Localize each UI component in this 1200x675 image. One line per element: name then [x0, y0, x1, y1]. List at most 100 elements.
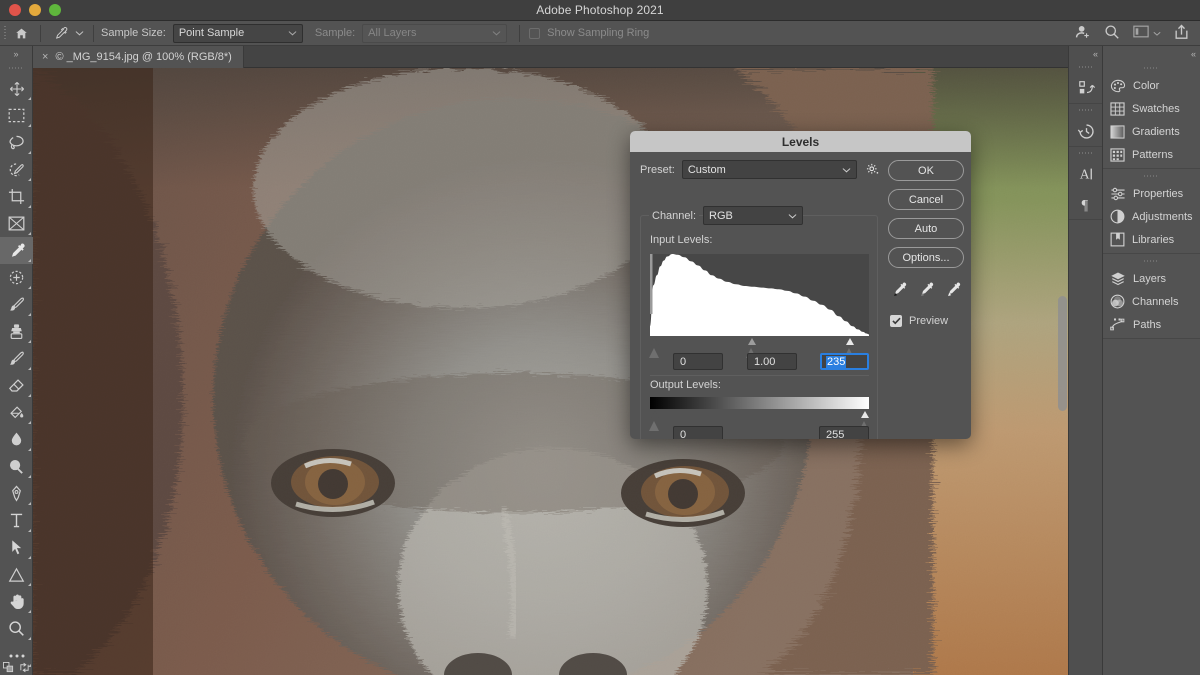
output-white-field[interactable]: 255	[819, 426, 869, 439]
character-icon[interactable]: A	[1069, 159, 1104, 189]
move-tool[interactable]	[0, 75, 33, 102]
preview-row[interactable]: Preview	[888, 315, 964, 327]
workspace-layout-icon[interactable]	[1133, 25, 1149, 41]
panel-item-libraries[interactable]: Libraries	[1103, 228, 1200, 251]
tool-options-corner	[28, 502, 31, 505]
home-icon[interactable]	[9, 22, 33, 44]
paragraph-icon[interactable]: ¶	[1069, 189, 1104, 219]
tool-options-corner	[28, 97, 31, 100]
collapse-panel-button[interactable]: «	[1103, 46, 1200, 61]
output-levels-label: Output Levels:	[650, 379, 721, 391]
panel-item-color[interactable]: Color	[1103, 74, 1200, 97]
share-icon[interactable]	[1174, 24, 1189, 43]
output-black-point-handle[interactable]	[649, 409, 660, 431]
sample-select[interactable]: All Layers	[362, 23, 508, 43]
show-sampling-ring-checkbox[interactable]	[529, 27, 541, 39]
panel-item-layers[interactable]: Layers	[1103, 267, 1200, 290]
output-black-field[interactable]: 0	[673, 426, 723, 439]
gradient-tool[interactable]	[0, 399, 33, 426]
rail-grip-2[interactable]	[1069, 104, 1102, 116]
eyedropper-tool[interactable]	[0, 237, 33, 264]
toolbar-grip[interactable]	[0, 61, 32, 75]
tool-options-corner	[28, 556, 31, 559]
set-white-point-eyedropper-icon[interactable]	[945, 281, 962, 301]
input-white-point-handle[interactable]	[844, 336, 855, 358]
input-black-point-handle[interactable]	[649, 336, 660, 358]
panel-item-patterns[interactable]: Patterns	[1103, 143, 1200, 166]
sample-size-select[interactable]: Point Sample	[172, 23, 303, 43]
chevron-down-icon[interactable]	[72, 22, 86, 44]
input-black-field[interactable]: 0	[673, 353, 723, 370]
histogram-plot	[650, 254, 869, 336]
svg-text:A: A	[1079, 167, 1089, 182]
zoom-tool[interactable]	[0, 615, 33, 642]
preset-select[interactable]: Custom	[681, 160, 857, 179]
input-gamma-handle[interactable]	[746, 336, 757, 358]
cancel-button[interactable]: Cancel	[888, 189, 964, 210]
crop-tool[interactable]	[0, 183, 33, 210]
set-gray-point-eyedropper-icon[interactable]	[918, 281, 935, 301]
search-icon[interactable]	[1104, 24, 1120, 43]
spot-healing-tool[interactable]	[0, 264, 33, 291]
tool-options-corner	[28, 610, 31, 613]
panel-group-grip-1[interactable]	[1103, 61, 1200, 74]
layers-stack-icon	[1111, 272, 1125, 286]
swap-colors-icon[interactable]	[19, 662, 30, 675]
channel-select[interactable]: RGB	[703, 206, 803, 225]
hand-tool[interactable]	[0, 588, 33, 615]
panel-item-gradients[interactable]: Gradients	[1103, 120, 1200, 143]
type-tool[interactable]	[0, 507, 33, 534]
default-colors-icon[interactable]	[2, 662, 14, 675]
panel-item-adjustments[interactable]: Adjustments	[1103, 205, 1200, 228]
actions-icon[interactable]	[1069, 73, 1104, 103]
input-levels-slider[interactable]	[649, 336, 869, 358]
gear-icon[interactable]	[864, 163, 882, 176]
lasso-tool[interactable]	[0, 129, 33, 156]
marquee-tool[interactable]	[0, 102, 33, 129]
preview-checkbox[interactable]	[890, 315, 902, 327]
options-bar-grip[interactable]	[0, 24, 9, 42]
history-icon[interactable]	[1069, 116, 1104, 146]
patterns-icon	[1110, 147, 1125, 162]
blur-tool[interactable]	[0, 426, 33, 453]
collapse-rail-button[interactable]: «	[1069, 46, 1102, 61]
frame-tool[interactable]	[0, 210, 33, 237]
shape-tool[interactable]	[0, 561, 33, 588]
panel-group-grip-2[interactable]	[1103, 169, 1200, 182]
input-white-field[interactable]: 235	[820, 353, 869, 370]
panel-item-swatches[interactable]: Swatches	[1103, 97, 1200, 120]
panel-item-channels[interactable]: Channels	[1103, 290, 1200, 313]
eraser-tool[interactable]	[0, 372, 33, 399]
rail-grip-3[interactable]	[1069, 147, 1102, 159]
history-brush-tool[interactable]	[0, 345, 33, 372]
brush-tool[interactable]	[0, 291, 33, 318]
chevron-down-icon[interactable]	[1153, 27, 1161, 39]
output-levels-slider[interactable]	[649, 409, 870, 431]
output-white-point-handle[interactable]	[859, 409, 870, 431]
path-selection-tool[interactable]	[0, 534, 33, 561]
panel-item-paths[interactable]: Paths	[1103, 313, 1200, 336]
input-gamma-field[interactable]: 1.00	[747, 353, 797, 370]
auto-button[interactable]: Auto	[888, 218, 964, 239]
canvas-vertical-scrollbar[interactable]	[1058, 296, 1067, 411]
document-tab[interactable]: × © _MG_9154.jpg @ 100% (RGB/8*)	[33, 46, 244, 68]
panel-group-grip-3[interactable]	[1103, 254, 1200, 267]
close-icon[interactable]: ×	[42, 51, 48, 63]
dialog-buttons: OK Cancel Auto Options... Preview	[888, 160, 964, 327]
eyedropper-icon[interactable]	[48, 22, 72, 44]
collapse-toolbar-button[interactable]: »	[0, 46, 32, 61]
dodge-tool[interactable]	[0, 453, 33, 480]
clone-stamp-tool[interactable]	[0, 318, 33, 345]
quick-selection-tool[interactable]	[0, 156, 33, 183]
panel-item-properties[interactable]: Properties	[1103, 182, 1200, 205]
options-button[interactable]: Options...	[888, 247, 964, 268]
divider	[1069, 219, 1102, 220]
pen-tool[interactable]	[0, 480, 33, 507]
levels-dialog[interactable]: Levels Preset: Custom Channel: RGB Input…	[630, 131, 971, 439]
add-person-icon[interactable]	[1075, 24, 1091, 43]
sample-size-label: Sample Size:	[101, 27, 166, 39]
chevron-down-icon	[834, 164, 851, 176]
set-black-point-eyedropper-icon[interactable]	[891, 281, 908, 301]
rail-grip-1[interactable]	[1069, 61, 1102, 73]
ok-button[interactable]: OK	[888, 160, 964, 181]
